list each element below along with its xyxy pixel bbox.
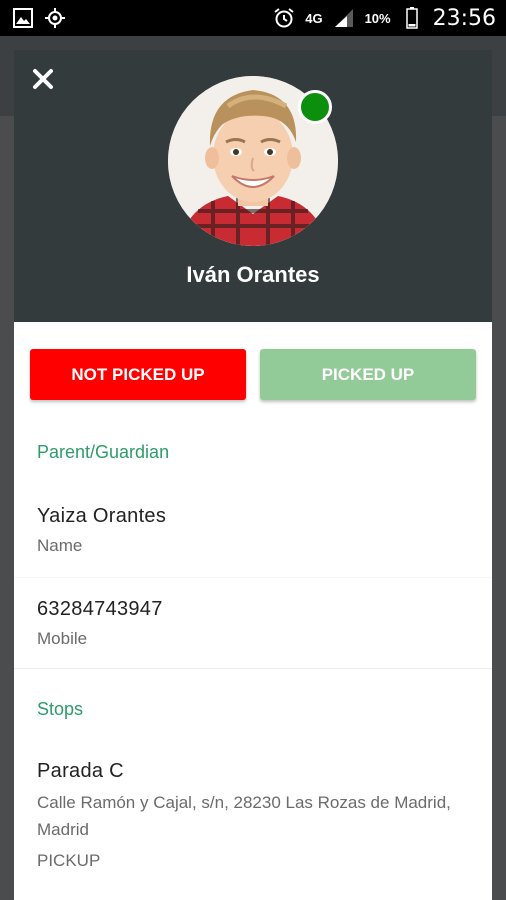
battery-icon xyxy=(401,7,423,29)
status-bar: 4G 10% 23:56 xyxy=(0,0,506,36)
stop-address: Calle Ramón y Cajal, s/n, 28230 Las Roza… xyxy=(37,793,451,839)
guardian-mobile-item[interactable]: 63284743947 Mobile xyxy=(14,598,492,652)
guardian-name-label: Name xyxy=(37,536,83,555)
guardian-name-item[interactable]: Yaiza Orantes Name xyxy=(14,505,492,559)
stop-item[interactable]: Parada C Calle Ramón y Cajal, s/n, 28230… xyxy=(14,760,492,874)
not-picked-up-button[interactable]: NOT PICKED UP xyxy=(30,349,246,400)
avatar-container xyxy=(168,76,338,246)
guardian-mobile-label: Mobile xyxy=(37,629,88,648)
close-icon xyxy=(33,69,53,89)
student-detail-dialog: Iván Orantes NOT PICKED UP PICKED UP Par… xyxy=(14,50,492,900)
stop-type: PICKUP xyxy=(37,851,101,870)
pickup-actions: NOT PICKED UP PICKED UP xyxy=(14,322,492,400)
guardian-name-value: Yaiza Orantes xyxy=(37,505,167,527)
close-button[interactable] xyxy=(28,64,58,94)
network-type: 4G xyxy=(305,10,323,26)
clock: 23:56 xyxy=(432,5,496,31)
online-status-indicator xyxy=(298,90,332,124)
stops-section-label: Stops xyxy=(37,699,84,719)
gallery-icon xyxy=(12,7,34,29)
alarm-icon xyxy=(273,7,295,29)
location-icon xyxy=(44,7,66,29)
guardian-mobile-value: 63284743947 xyxy=(37,598,163,620)
battery-percent: 10% xyxy=(364,10,391,26)
signal-icon xyxy=(333,7,355,29)
child-name: Iván Orantes xyxy=(186,262,320,287)
divider xyxy=(14,577,492,578)
stop-name: Parada C xyxy=(37,760,124,782)
guardian-section-label: Parent/Guardian xyxy=(37,442,170,462)
dialog-header: Iván Orantes xyxy=(14,50,492,322)
picked-up-button[interactable]: PICKED UP xyxy=(260,349,476,400)
section-divider xyxy=(14,668,492,669)
